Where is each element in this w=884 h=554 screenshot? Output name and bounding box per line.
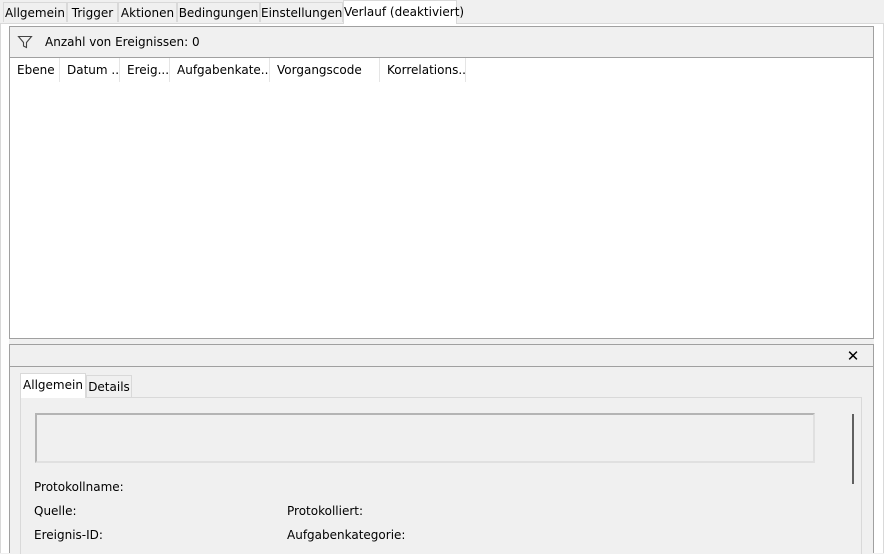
column-header-datum[interactable]: Datum ... [60, 58, 120, 82]
details-general-page: Protokollname: Quelle: Protokolliert: Er… [20, 397, 862, 554]
details-divider [10, 366, 873, 367]
label-quelle: Quelle: [34, 504, 77, 518]
filter-icon[interactable] [17, 34, 33, 50]
close-icon[interactable]: ✕ [845, 348, 861, 364]
tab-aktionen[interactable]: Aktionen [118, 2, 177, 22]
details-tab-allgemein[interactable]: Allgemein [20, 373, 86, 398]
event-description-box[interactable] [35, 413, 815, 463]
details-scrollbar[interactable] [852, 414, 854, 484]
tab-einstellungen[interactable]: Einstellungen [260, 2, 343, 22]
tab-allgemein[interactable]: Allgemein [3, 2, 67, 22]
task-properties-tabbar: Allgemein Trigger Aktionen Bedingungen E… [0, 0, 884, 24]
event-list-panel: Anzahl von Ereignissen: 0 Ebene Datum ..… [9, 26, 874, 339]
column-header-ereignis[interactable]: Ereig... [120, 58, 170, 82]
label-protokolliert: Protokolliert: [287, 504, 364, 518]
tab-trigger[interactable]: Trigger [67, 2, 118, 22]
tab-bedingungen[interactable]: Bedingungen [177, 2, 260, 22]
event-details-panel: ✕ Allgemein Details Protokollname: Quell… [9, 344, 874, 554]
tab-verlauf[interactable]: Verlauf (deaktiviert) [343, 0, 464, 24]
label-protokollname: Protokollname: [34, 480, 124, 494]
event-count-label: Anzahl von Ereignissen: 0 [45, 35, 200, 49]
column-header-vorgangscode[interactable]: Vorgangscode [270, 58, 380, 82]
column-header-aufgabenkategorie[interactable]: Aufgabenkate... [170, 58, 270, 82]
column-header-korrelation[interactable]: Korrelations... [380, 58, 466, 82]
event-table[interactable]: Ebene Datum ... Ereig... Aufgabenkate...… [10, 58, 873, 338]
details-tab-details[interactable]: Details [86, 375, 132, 397]
column-header-ebene[interactable]: Ebene [10, 58, 60, 82]
event-toolbar: Anzahl von Ereignissen: 0 [10, 27, 873, 58]
label-aufgabenkategorie: Aufgabenkategorie: [287, 528, 406, 542]
label-ereignis-id: Ereignis-ID: [34, 528, 103, 542]
